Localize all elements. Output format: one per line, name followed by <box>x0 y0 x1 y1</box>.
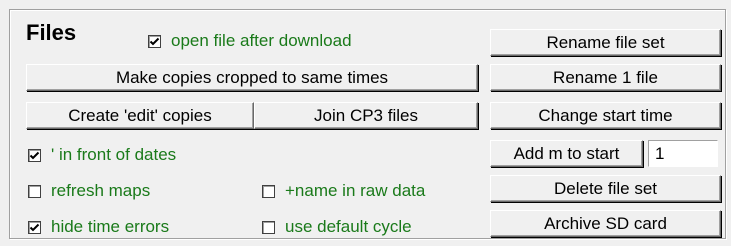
apostrophe-dates-checkbox[interactable]: ' in front of dates <box>28 145 176 165</box>
make-copies-cropped-button[interactable]: Make copies cropped to same times <box>26 64 478 91</box>
checkbox-box[interactable] <box>28 148 41 162</box>
checkmark-icon <box>29 151 40 159</box>
join-cp3-files-button[interactable]: Join CP3 files <box>254 102 478 129</box>
open-after-download-checkbox[interactable]: open file after download <box>148 31 352 51</box>
checkmark-icon <box>29 223 40 231</box>
add-m-to-start-button[interactable]: Add m to start <box>490 140 643 167</box>
checkmark-icon <box>149 37 160 45</box>
checkbox-box[interactable] <box>262 220 275 234</box>
checkbox-box[interactable] <box>148 34 161 48</box>
checkbox-box[interactable] <box>262 184 275 198</box>
open-after-download-label: open file after download <box>171 31 352 50</box>
name-in-raw-data-label: +name in raw data <box>285 181 426 200</box>
use-default-cycle-label: use default cycle <box>285 217 412 236</box>
hide-time-errors-checkbox[interactable]: hide time errors <box>28 217 169 237</box>
hide-time-errors-label: hide time errors <box>51 217 170 236</box>
create-edit-copies-button[interactable]: Create 'edit' copies <box>26 102 254 129</box>
checkbox-box[interactable] <box>28 184 41 198</box>
archive-sd-card-button[interactable]: Archive SD card <box>490 210 721 237</box>
apostrophe-dates-label: ' in front of dates <box>51 145 177 164</box>
refresh-maps-label: refresh maps <box>51 181 151 200</box>
checkbox-box[interactable] <box>28 220 41 234</box>
rename-file-set-button[interactable]: Rename file set <box>490 29 721 56</box>
add-m-value-input[interactable] <box>648 140 718 167</box>
rename-1-file-button[interactable]: Rename 1 file <box>490 64 721 91</box>
change-start-time-button[interactable]: Change start time <box>490 102 721 129</box>
use-default-cycle-checkbox[interactable]: use default cycle <box>262 217 412 237</box>
delete-file-set-button[interactable]: Delete file set <box>490 175 721 202</box>
refresh-maps-checkbox[interactable]: refresh maps <box>28 181 150 201</box>
panel-title: Files <box>26 20 77 45</box>
name-in-raw-data-checkbox[interactable]: +name in raw data <box>262 181 425 201</box>
